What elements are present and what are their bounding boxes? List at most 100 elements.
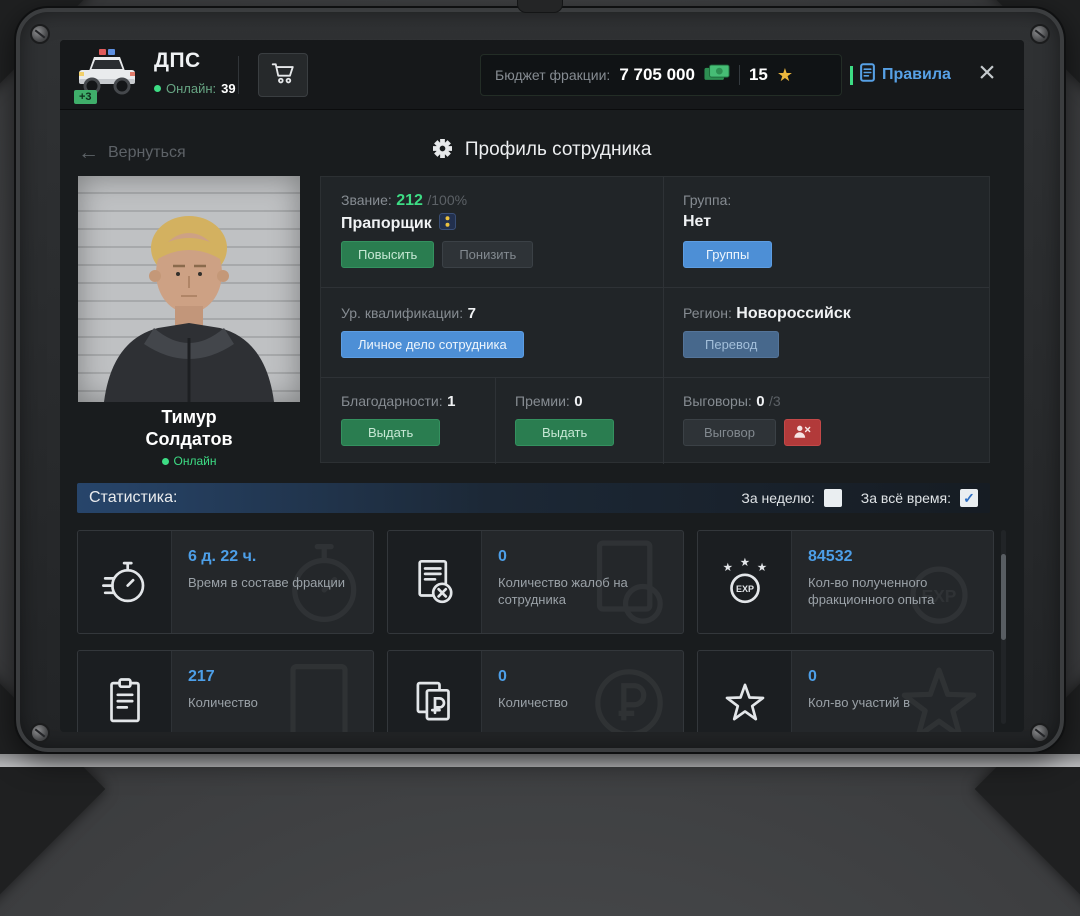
complaints-icon <box>388 531 482 633</box>
employee-first-name: Тимур <box>161 407 217 427</box>
stat-label: Количество жалоб на сотрудника <box>498 575 628 607</box>
stat-card-faction-time: 6 д. 22 ч. Время в составе фракции <box>77 530 374 634</box>
promote-button[interactable]: Повысить <box>341 241 435 268</box>
exp-icon: EXP ★ ★ ★ <box>698 531 792 633</box>
statistics-header-bar: Статистика: За неделю: За всё время: ✓ <box>77 483 990 513</box>
alltime-checkbox[interactable]: ✓ <box>960 489 978 507</box>
page-title-label: Профиль сотрудника <box>464 139 652 160</box>
statistics-title: Статистика: <box>89 489 178 506</box>
faction-stars-value: 15 <box>748 65 768 84</box>
statistics-filters: За неделю: За всё время: ✓ <box>741 489 978 507</box>
stopwatch-icon <box>78 531 172 633</box>
statistics-grid: 6 д. 22 ч. Время в составе фракции 0 Кол… <box>77 530 994 732</box>
stat-card-salary: 0 Количество <box>387 650 684 732</box>
scrollbar-thumb[interactable] <box>1001 554 1006 640</box>
online-label: Онлайн: <box>166 81 217 96</box>
stat-value: 0 <box>498 668 507 685</box>
reprimand-max: /3 <box>769 393 781 409</box>
cart-icon <box>270 60 296 91</box>
stat-value: 0 <box>498 548 507 565</box>
fire-employee-button[interactable] <box>783 419 821 446</box>
online-count: 39 <box>221 81 236 96</box>
give-bonus-button[interactable]: Выдать <box>515 419 615 446</box>
shop-cart-button[interactable] <box>258 53 308 97</box>
employee-online-label: Онлайн <box>173 454 217 468</box>
rules-accent-bar <box>850 65 853 85</box>
screw-icon <box>30 24 50 44</box>
money-icon <box>704 64 730 86</box>
page-title: Профиль сотрудника <box>60 139 1024 164</box>
star-outline-icon <box>698 651 792 732</box>
police-car-icon: +3 <box>74 48 140 104</box>
clipboard-icon <box>78 651 172 732</box>
stat-label: Кол-во полученного фракционного опыта <box>808 575 935 607</box>
give-thanks-button[interactable]: Выдать <box>341 419 441 446</box>
reprimand-label: Выговоры: <box>683 393 752 409</box>
stat-card-complaints: 0 Количество жалоб на сотрудника <box>387 530 684 634</box>
check-icon: ✓ <box>963 489 975 506</box>
svg-text:EXP: EXP <box>735 584 753 594</box>
qualification-value: 7 <box>467 305 476 322</box>
reprimand-button[interactable]: Выговор <box>683 419 776 446</box>
svg-text:★: ★ <box>739 556 749 569</box>
rank-percent: /100% <box>427 192 468 208</box>
online-status-row: Онлайн: 39 <box>154 81 236 96</box>
reprimand-value: 0 <box>756 393 765 410</box>
rank-insignia-icon <box>438 213 456 235</box>
back-label: Вернуться <box>108 143 186 161</box>
rank-name: Прапорщик <box>341 215 432 232</box>
back-arrow-icon: ← <box>78 141 99 164</box>
online-dot-icon <box>154 85 161 92</box>
demote-button[interactable]: Понизить <box>442 241 534 268</box>
gear-icon <box>432 139 457 163</box>
groups-button[interactable]: Группы <box>683 241 773 268</box>
transfer-button[interactable]: Перевод <box>683 331 780 358</box>
screw-icon <box>1030 24 1050 44</box>
panel-divider <box>663 177 664 377</box>
week-filter-label: За неделю: <box>741 490 815 506</box>
stat-label: Время в составе фракции <box>188 575 346 590</box>
stat-value: 0 <box>808 668 817 685</box>
faction-name: ДПС <box>154 49 201 72</box>
employee-name: Тимур Солдатов <box>78 406 300 450</box>
rules-label: Правила <box>882 66 951 83</box>
rank-label: Звание: <box>341 192 392 208</box>
stat-label: Количество <box>188 695 258 710</box>
panel-divider <box>321 377 989 378</box>
stat-card-tasks: 217 Количество <box>77 650 374 732</box>
screen: +3 ДПС Онлайн: 39 Бюджет фракции: 7 705 … <box>60 40 1024 732</box>
panel-divider <box>663 377 664 464</box>
svg-text:★: ★ <box>722 561 732 574</box>
header-divider <box>238 56 239 94</box>
region-value: Новороссийск <box>736 305 851 322</box>
rank-points: 212 <box>396 192 423 209</box>
svg-text:★: ★ <box>756 561 766 574</box>
scrollbar-track[interactable] <box>1001 530 1006 724</box>
budget-value: 7 705 000 <box>619 65 695 84</box>
bonus-value: 0 <box>574 393 583 410</box>
group-label: Группа: <box>683 192 732 208</box>
stat-value: 217 <box>188 668 215 685</box>
week-checkbox[interactable] <box>823 489 842 507</box>
employee-info-panel: Звание: 212 /100% Прапорщик Повысить Пон… <box>320 176 990 464</box>
close-button[interactable]: × <box>968 53 1006 93</box>
alltime-filter-label: За всё время: <box>860 490 951 506</box>
ruble-documents-icon <box>388 651 482 732</box>
bonus-label: Премии: <box>515 393 570 409</box>
stat-label: Количество <box>498 695 568 710</box>
employee-photo <box>78 176 300 402</box>
stat-value: 84532 <box>808 548 853 565</box>
personal-file-button[interactable]: Личное дело сотрудника <box>341 331 524 358</box>
stat-label: Кол-во участий в <box>808 695 911 710</box>
stat-card-events: 0 Кол-во участий в <box>697 650 994 732</box>
stat-value: 6 д. 22 ч. <box>188 548 257 565</box>
thanks-label: Благодарности: <box>341 393 443 409</box>
budget-separator <box>738 65 740 85</box>
qualification-label: Ур. квалификации: <box>341 305 464 321</box>
rules-document-icon <box>860 63 875 87</box>
budget-label: Бюджет фракции: <box>495 67 611 83</box>
rules-button[interactable]: Правила <box>850 63 951 87</box>
person-remove-icon <box>793 424 811 442</box>
back-button[interactable]: ← Вернуться <box>78 142 186 163</box>
star-icon: ★ <box>776 65 794 85</box>
